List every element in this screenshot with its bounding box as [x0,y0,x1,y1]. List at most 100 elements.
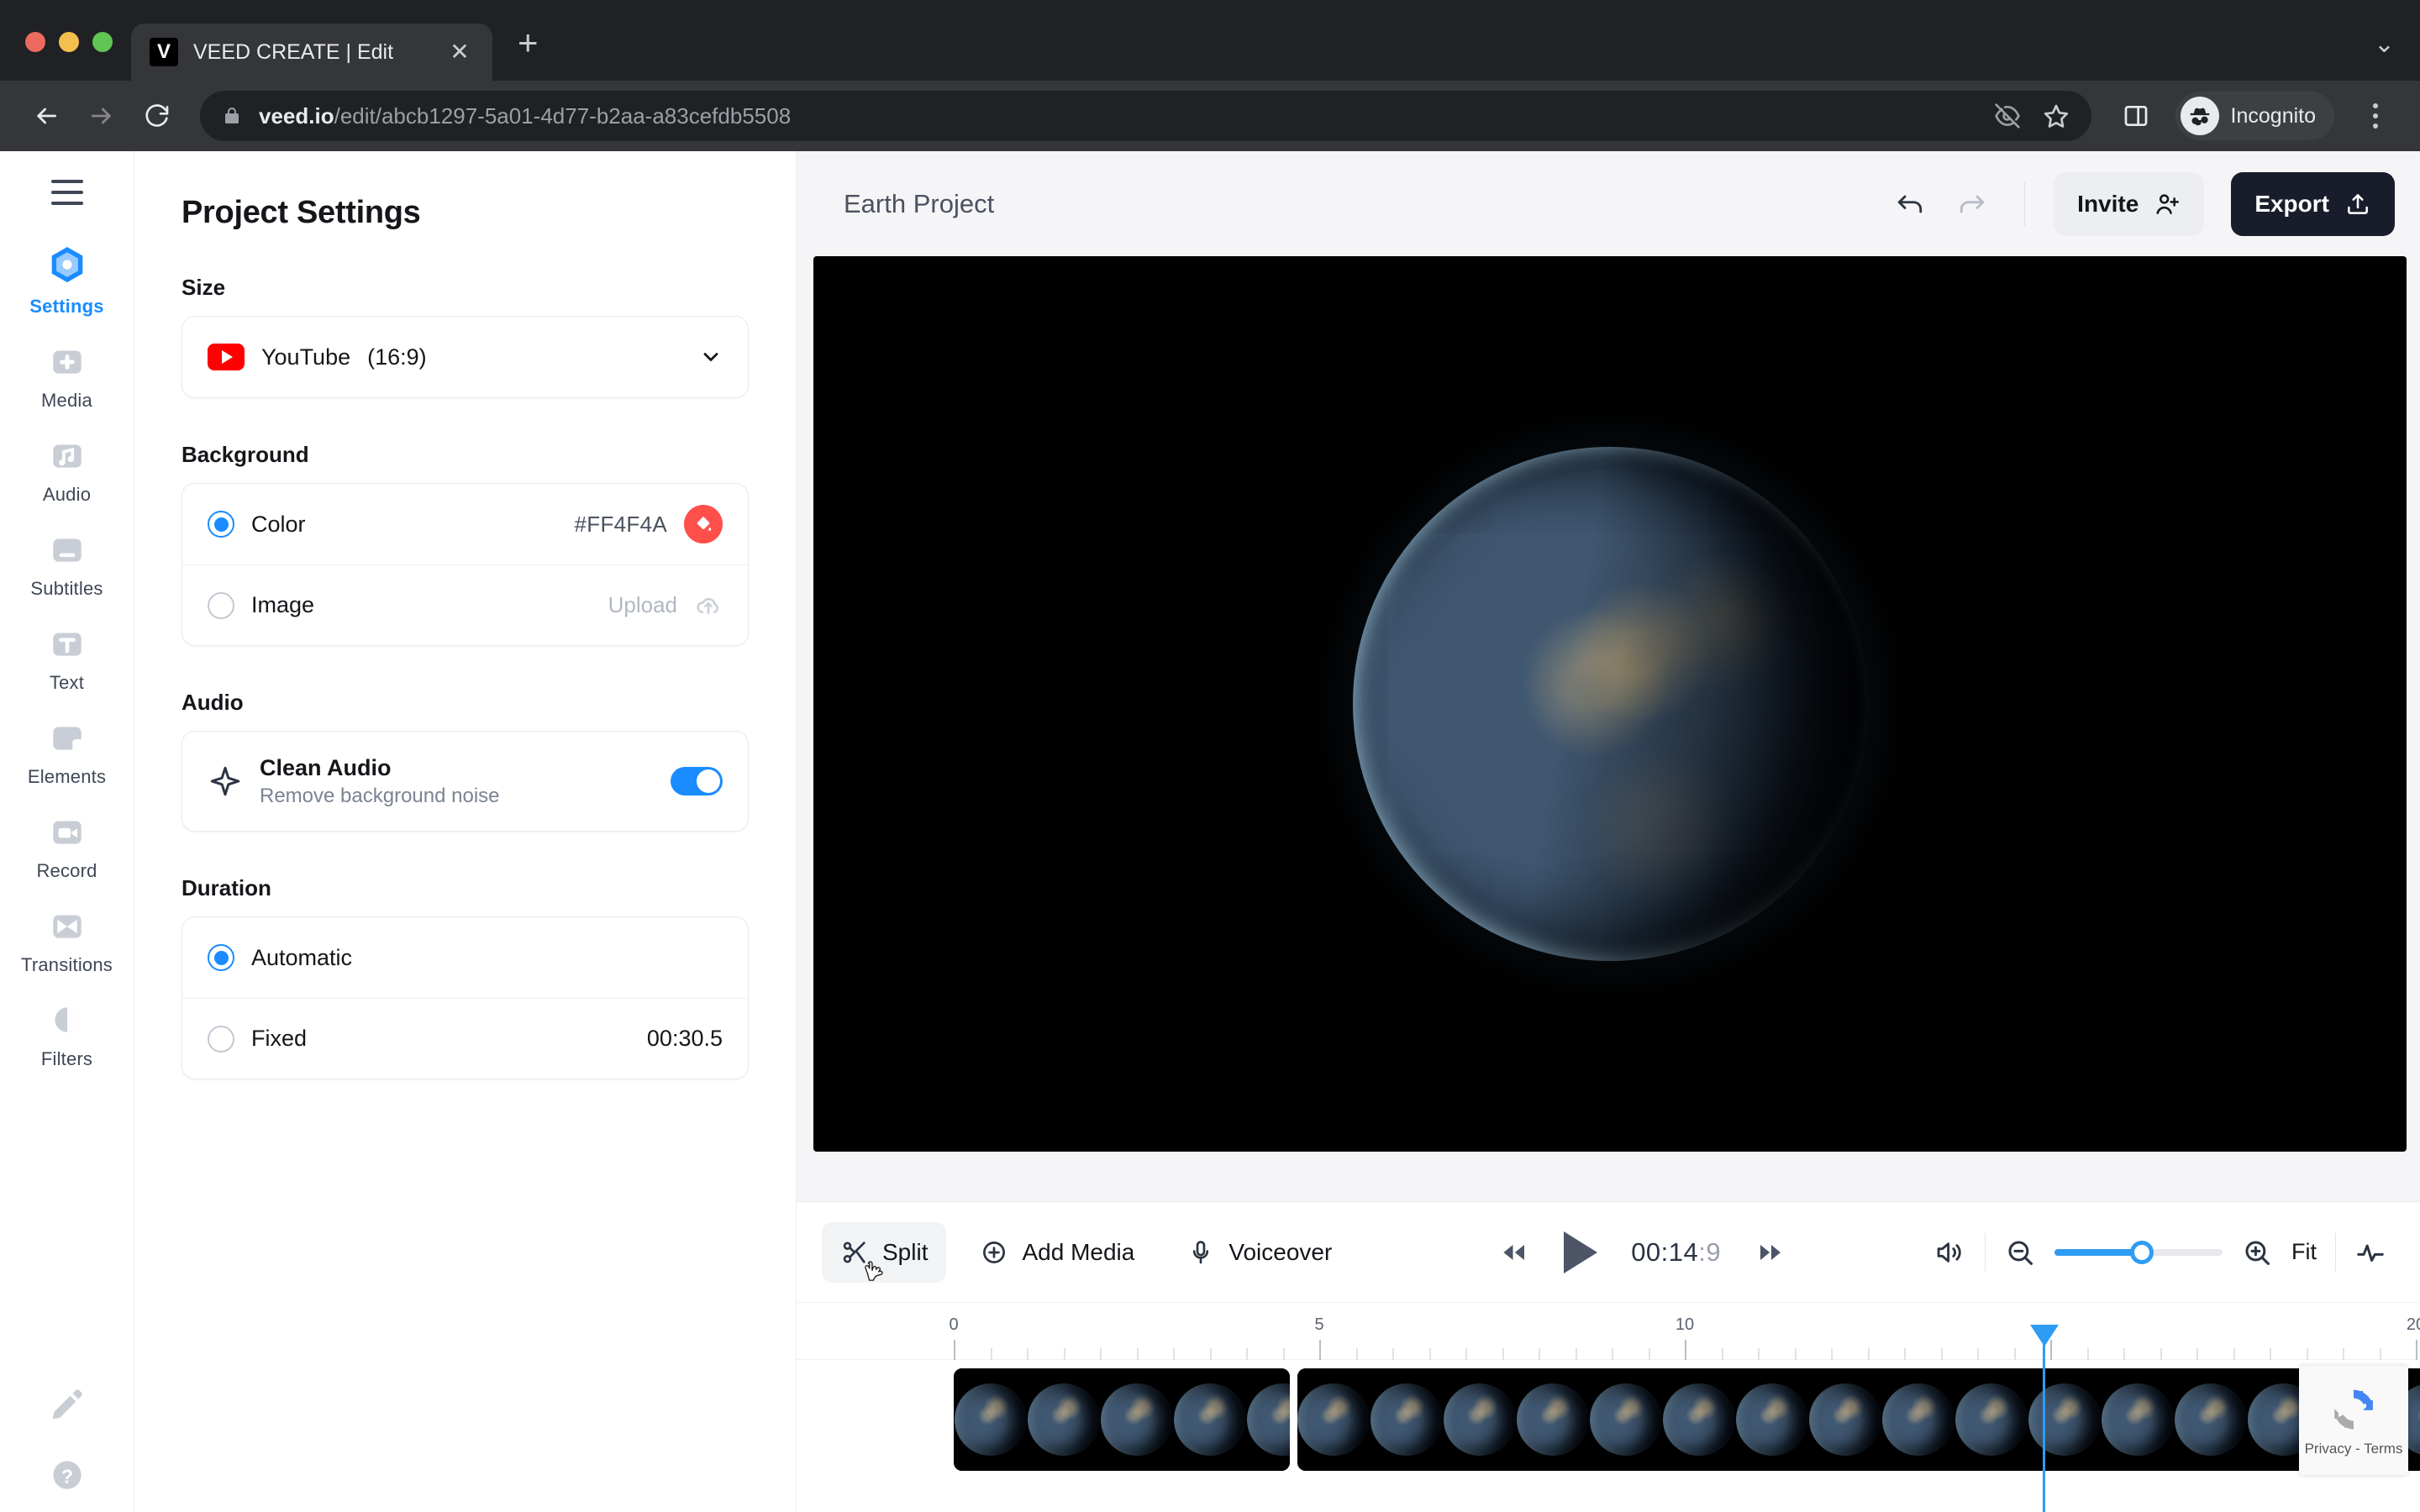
sidebar-item-media[interactable]: Media [0,328,134,422]
paint-bucket-icon[interactable] [684,505,723,543]
recaptcha-badge[interactable]: Privacy - Terms [2299,1366,2408,1475]
close-tab-icon[interactable]: ✕ [445,40,474,64]
timeline-clip[interactable] [954,1368,1291,1471]
subtitles-icon [44,528,91,571]
maximize-window-button[interactable] [92,32,113,52]
undo-arrow-icon[interactable] [1886,181,1933,228]
clip-thumbnail [1662,1368,1736,1471]
music-note-icon [44,433,91,477]
new-tab-button[interactable]: + [518,25,539,81]
menu-hamburger-icon[interactable] [42,170,92,215]
sidebar-item-subtitles[interactable]: Subtitles [0,516,134,610]
waveform-icon[interactable] [2354,1236,2386,1268]
sidebar-item-audio[interactable]: Audio [0,422,134,516]
timeline-zoom-slider[interactable] [2054,1240,2223,1264]
invite-button[interactable]: Invite [2054,171,2205,236]
clip-thumbnail [1516,1368,1590,1471]
tab-list-chevron-icon[interactable]: ⌄ [2374,29,2420,81]
clip-thumbnail [1808,1368,1882,1471]
sidebar-item-settings[interactable]: Settings [0,234,134,328]
cloud-upload-icon[interactable] [694,591,723,620]
minimize-window-button[interactable] [59,32,79,52]
clean-audio-toggle[interactable] [671,767,723,795]
address-bar[interactable]: veed.io/edit/abcb1297-5a01-4d77-b2aa-a83… [200,91,2091,141]
project-name[interactable]: Earth Project [844,189,994,219]
size-section-label: Size [182,275,226,300]
chevron-down-icon [703,353,718,361]
playhead[interactable] [2043,1325,2046,1512]
ruler-tick [1136,1348,1139,1360]
ruler-tick [1612,1348,1613,1360]
eye-off-icon[interactable] [1994,102,2021,129]
kebab-menu-icon[interactable] [2353,103,2398,129]
microphone-icon [1193,1240,1209,1263]
transitions-icon [44,904,91,948]
fit-button[interactable]: Fit [2291,1239,2317,1265]
earth-thumbnail-icon [1517,1383,1590,1456]
duration-fixed-radio[interactable] [208,1025,234,1053]
redo-arrow-icon[interactable] [1949,181,1996,228]
size-card: YouTube (16:9) [182,316,749,398]
audio-card: Clean Audio Remove background noise [182,731,749,832]
size-select[interactable]: YouTube (16:9) [182,317,748,397]
reload-icon[interactable] [133,92,182,140]
skip-forward-icon[interactable] [1754,1240,1786,1265]
sidebar-item-transitions[interactable]: Transitions [0,892,134,986]
help-question-icon[interactable]: ? [44,1453,91,1497]
split-button[interactable]: Split [822,1221,947,1283]
zoom-in-icon[interactable] [2241,1236,2273,1268]
duration-fixed-row[interactable]: Fixed 00:30.5 [182,998,748,1079]
skip-back-icon[interactable] [1498,1240,1530,1265]
tab-favicon-icon: V [150,38,178,66]
voiceover-button[interactable]: Voiceover [1168,1222,1350,1283]
zoom-slider-knob[interactable] [2130,1240,2154,1264]
zoom-out-icon[interactable] [2004,1236,2036,1268]
timeline[interactable]: 0510202530 Privacy - Terms [797,1302,2420,1512]
play-icon[interactable] [1564,1231,1598,1273]
url-path: /edit/abcb1297-5a01-4d77-b2aa-a83cefdb55… [334,102,792,129]
browser-tab[interactable]: V VEED CREATE | Edit ✕ [131,24,492,81]
divider [1985,1232,1986,1272]
duration-automatic-row[interactable]: Automatic [182,917,748,998]
side-panel-icon[interactable] [2112,92,2160,140]
ruler-tick [2013,1348,2016,1360]
background-image-radio[interactable] [208,591,234,619]
back-icon[interactable] [22,92,71,140]
sidebar-item-record[interactable]: Record [0,798,134,892]
background-image-row[interactable]: Image Upload [182,564,748,645]
add-media-button[interactable]: Add Media [961,1222,1153,1283]
timeline-ruler[interactable]: 0510202530 [797,1303,2420,1360]
earth-thumbnail-icon [1173,1383,1246,1456]
close-window-button[interactable] [25,32,45,52]
browser-toolbar: veed.io/edit/abcb1297-5a01-4d77-b2aa-a83… [0,81,2420,151]
window-traffic-lights [25,32,131,81]
timecode-main: 00:14 [1631,1236,1699,1267]
url-text: veed.io/edit/abcb1297-5a01-4d77-b2aa-a83… [259,103,791,129]
sidebar-item-filters[interactable]: Filters [0,986,134,1080]
sidebar-item-elements[interactable]: Elements [0,704,134,798]
earth-thumbnail-icon [1297,1383,1370,1456]
pencil-icon[interactable] [44,1381,91,1425]
export-button[interactable]: Export [2231,171,2395,236]
video-canvas[interactable] [813,256,2407,1152]
background-image-label: Image [251,592,315,617]
duration-automatic-radio[interactable] [208,944,234,971]
clip-thumbnail [1443,1368,1517,1471]
sidebar-item-text[interactable]: Text [0,610,134,704]
star-icon[interactable] [2043,102,2070,129]
plus-circle-icon [983,1241,1006,1263]
clean-audio-row[interactable]: Clean Audio Remove background noise [182,732,748,831]
earth-thumbnail-icon [2028,1383,2102,1456]
clip-thumbnail [2101,1368,2175,1471]
lock-icon [225,108,239,123]
profile-incognito-pill[interactable]: Incognito [2175,92,2334,140]
speaker-icon[interactable] [1934,1236,1966,1268]
ruler-tick [1319,1340,1321,1360]
background-color-row[interactable]: Color #FF4F4A [182,484,748,564]
recaptcha-text[interactable]: Privacy - Terms [2305,1441,2403,1457]
ruler-tick [1100,1348,1102,1360]
background-color-radio[interactable] [208,511,234,538]
forward-icon[interactable] [77,92,126,140]
timeline-clip[interactable] [1297,1368,2420,1471]
earth-thumbnail-icon [1027,1383,1100,1456]
